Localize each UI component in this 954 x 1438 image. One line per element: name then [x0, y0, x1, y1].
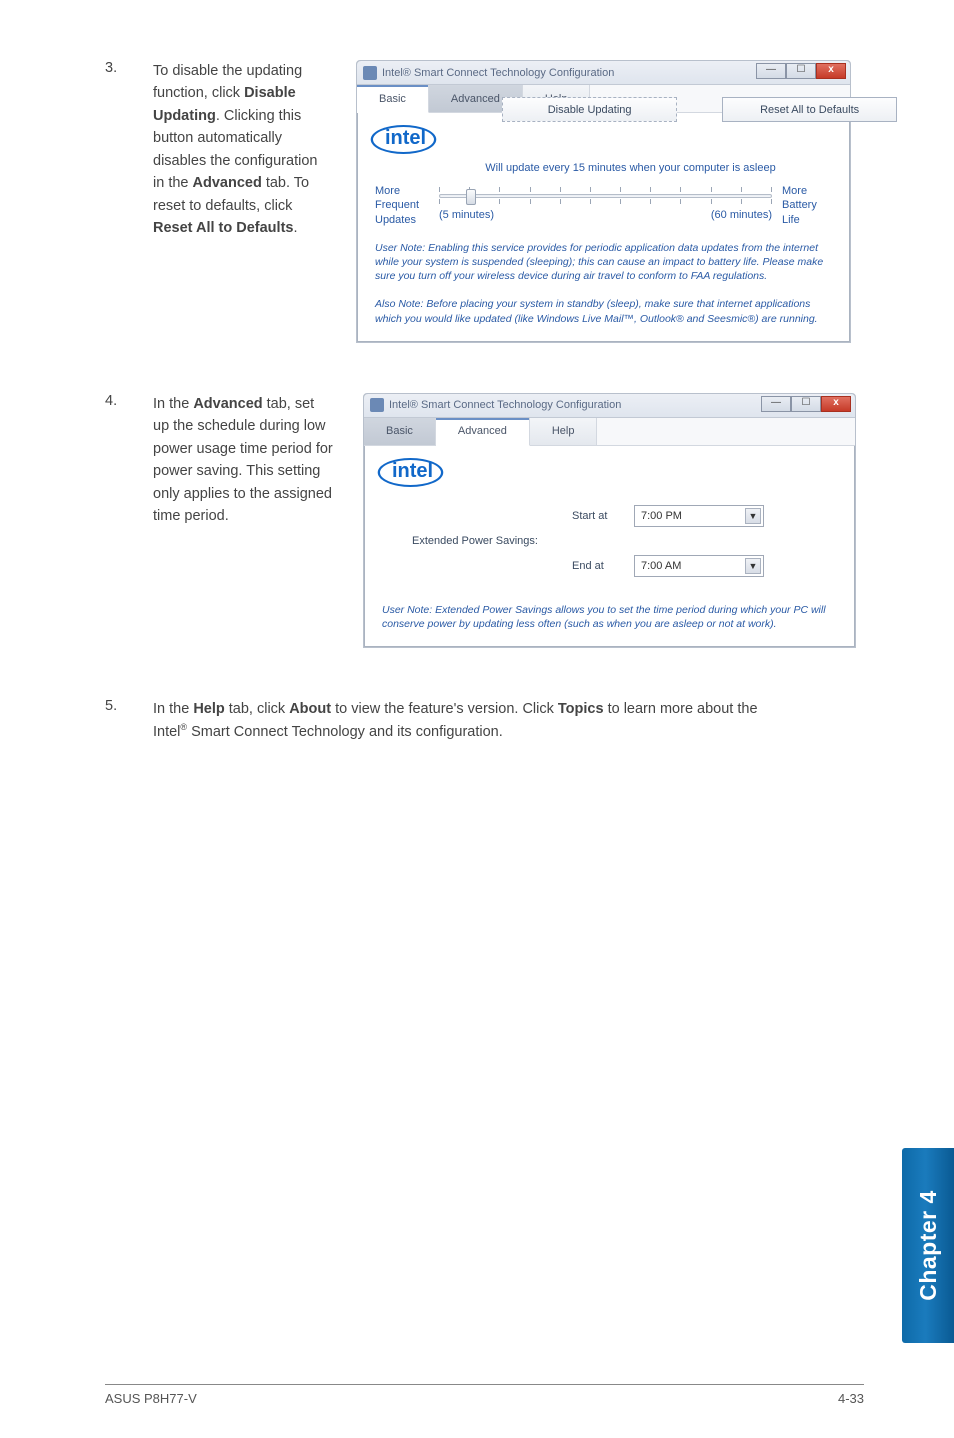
user-note-1: User Note: Enabling this service provide… [375, 241, 832, 284]
app-icon [370, 398, 384, 412]
slider-right-label: More Battery Life [782, 184, 832, 227]
minimize-button[interactable]: — [756, 63, 786, 79]
close-button[interactable]: x [821, 396, 851, 412]
disable-updating-button[interactable]: Disable Updating [502, 97, 677, 122]
step-text: In the Advanced tab, set up the schedule… [153, 393, 333, 528]
slider-left-label: More Frequent Updates [375, 184, 429, 227]
footer-right: 4-33 [838, 1391, 864, 1406]
slider-max-label: (60 minutes) [711, 209, 772, 221]
config-window-basic: Intel® Smart Connect Technology Configur… [356, 60, 851, 343]
page-footer: ASUS P8H77-V 4-33 [105, 1384, 864, 1406]
footer-left: ASUS P8H77-V [105, 1391, 197, 1406]
start-at-label: Start at [572, 510, 634, 522]
intel-logo: intel [375, 125, 432, 154]
chevron-down-icon[interactable]: ▼ [745, 558, 761, 574]
config-window-advanced: Intel® Smart Connect Technology Configur… [363, 393, 856, 648]
app-icon [363, 66, 377, 80]
tab-advanced[interactable]: Advanced [436, 418, 530, 446]
intel-logo: intel [382, 458, 439, 487]
tabbar: Basic Advanced Help [364, 418, 855, 446]
tab-basic[interactable]: Basic [364, 418, 436, 445]
chapter-tab: Chapter 4 [902, 1148, 954, 1343]
titlebar: Intel® Smart Connect Technology Configur… [364, 394, 855, 418]
end-at-label: End at [572, 560, 634, 572]
step-number: 4. [105, 393, 125, 409]
chevron-down-icon[interactable]: ▼ [745, 508, 761, 524]
slider-thumb[interactable] [466, 189, 476, 205]
status-text: Will update every 15 minutes when your c… [429, 162, 832, 174]
step-number: 3. [105, 60, 125, 76]
end-at-combo[interactable]: 7:00 AM ▼ [634, 555, 764, 577]
start-at-combo[interactable]: 7:00 PM ▼ [634, 505, 764, 527]
step-number: 5. [105, 698, 125, 743]
titlebar: Intel® Smart Connect Technology Configur… [357, 61, 850, 85]
update-interval-slider[interactable] [439, 194, 772, 198]
extended-power-savings-label: Extended Power Savings: [412, 535, 572, 547]
reset-defaults-button[interactable]: Reset All to Defaults [722, 97, 897, 122]
tab-help[interactable]: Help [530, 418, 598, 445]
slider-ticks-bottom [439, 199, 772, 205]
maximize-button[interactable]: ☐ [791, 396, 821, 412]
user-note-2: Also Note: Before placing your system in… [375, 297, 832, 325]
tab-basic[interactable]: Basic [357, 85, 429, 113]
slider-ticks-top [439, 187, 772, 193]
close-button[interactable]: x [816, 63, 846, 79]
window-title: Intel® Smart Connect Technology Configur… [389, 399, 621, 411]
slider-min-label: (5 minutes) [439, 209, 494, 221]
maximize-button[interactable]: ☐ [786, 63, 816, 79]
user-note: User Note: Extended Power Savings allows… [382, 603, 837, 631]
window-title: Intel® Smart Connect Technology Configur… [382, 67, 614, 79]
step-text: In the Help tab, click About to view the… [153, 698, 793, 743]
minimize-button[interactable]: — [761, 396, 791, 412]
step-text: To disable the updating function, click … [153, 60, 328, 240]
